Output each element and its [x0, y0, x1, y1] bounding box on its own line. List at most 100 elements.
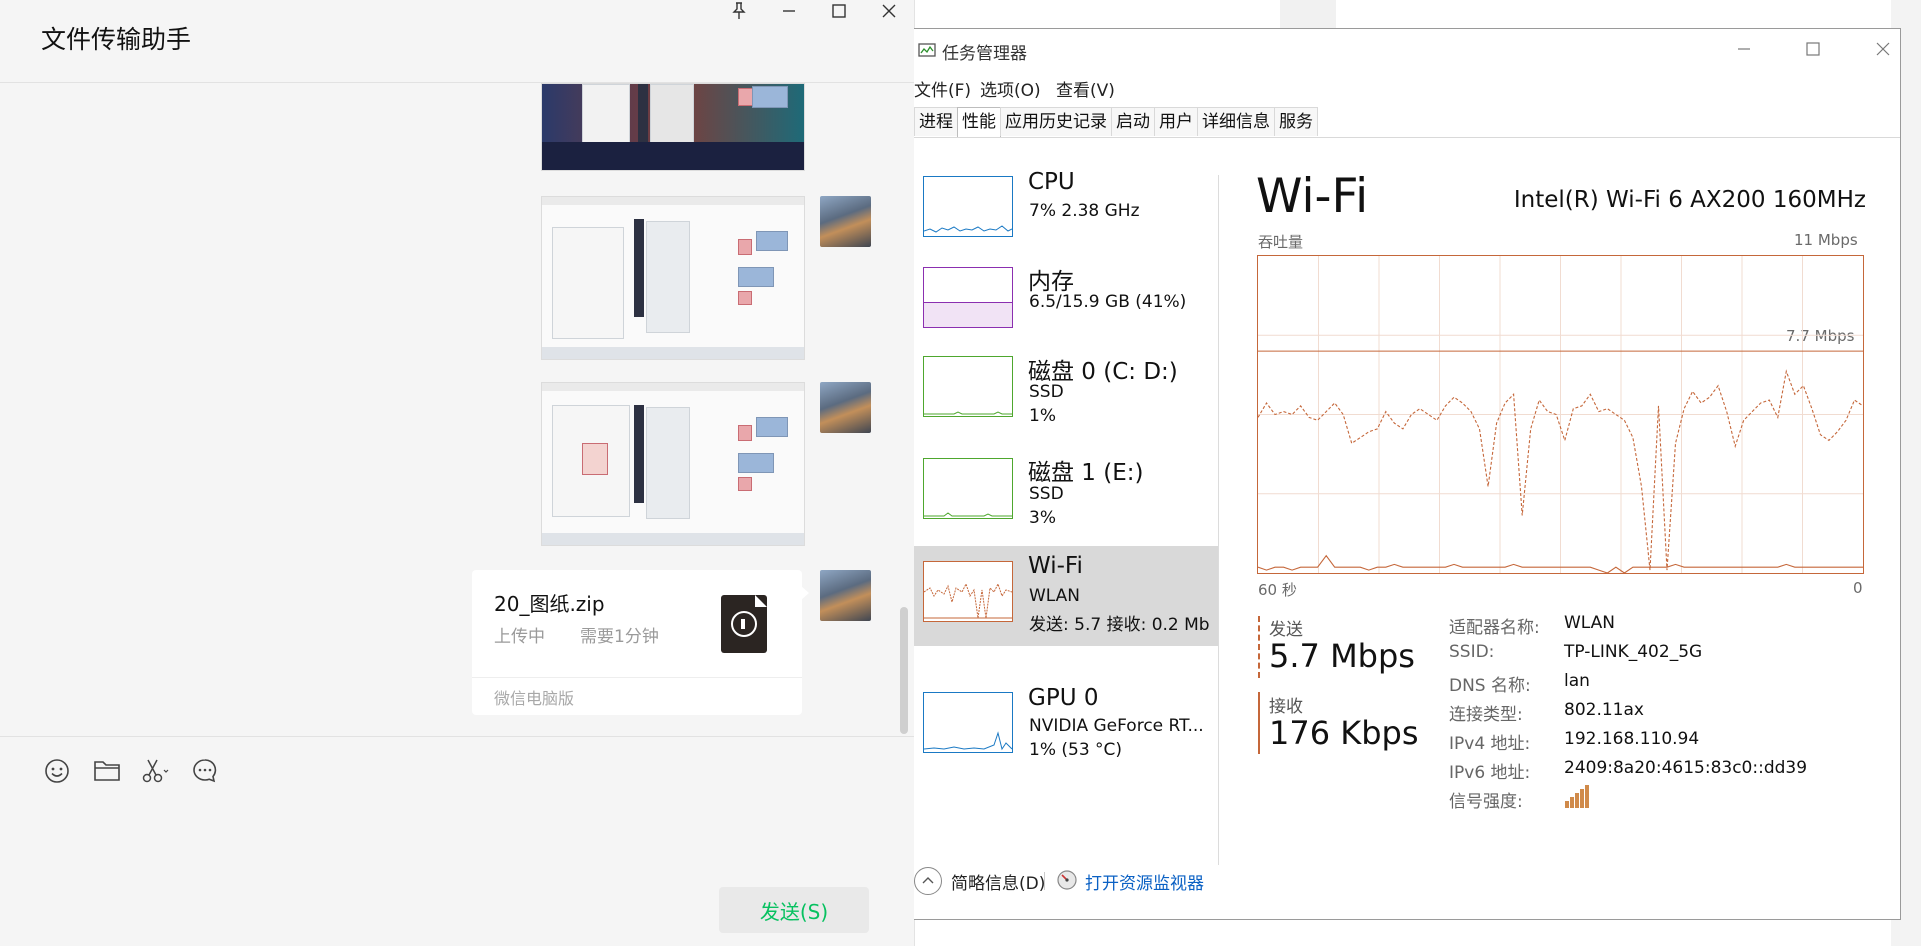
- sidebar-value: SSD: [1029, 382, 1064, 402]
- sidebar-label: 磁盘 1 (E:): [1028, 460, 1144, 486]
- menu-view[interactable]: 查看(V): [1056, 76, 1115, 101]
- graph-max-label: 11 Mbps: [1794, 231, 1858, 249]
- info-key: 适配器名称:: [1449, 618, 1540, 638]
- menu-options[interactable]: 选项(O): [980, 76, 1041, 101]
- sidebar-item-disk-1[interactable]: 磁盘 1 (E:) SSD 3%: [914, 431, 1219, 529]
- avatar[interactable]: [820, 196, 871, 247]
- recv-value: 176 Kbps: [1269, 714, 1419, 752]
- tab-startup[interactable]: 启动: [1111, 107, 1155, 136]
- sidebar-value: 7% 2.38 GHz: [1029, 201, 1140, 221]
- tab-details[interactable]: 详细信息: [1197, 107, 1275, 136]
- graph-time-label: 60 秒: [1258, 581, 1297, 599]
- pin-icon[interactable]: [724, 0, 754, 22]
- avatar[interactable]: [820, 382, 871, 433]
- resource-monitor-icon: [1056, 869, 1078, 891]
- open-resource-monitor-link[interactable]: 打开资源监视器: [1085, 869, 1204, 894]
- chevron-up-icon[interactable]: [914, 867, 942, 895]
- throughput-label: 吞吐量: [1258, 233, 1304, 251]
- sidebar-item-memory[interactable]: 内存 6.5/15.9 GB (41%): [914, 240, 1219, 338]
- chat-history-icon[interactable]: [189, 755, 221, 787]
- info-key: SSID:: [1449, 642, 1495, 662]
- folder-icon[interactable]: [91, 755, 123, 787]
- avatar[interactable]: [820, 570, 871, 621]
- throughput-chart: [1257, 256, 1864, 574]
- tab-bar: 进程 性能 应用历史记录 启动 用户 详细信息 服务: [914, 107, 1318, 138]
- info-value: 802.11ax: [1564, 700, 1644, 720]
- info-key: DNS 名称:: [1449, 676, 1531, 696]
- sidebar-value: WLAN: [1029, 586, 1081, 606]
- file-name: 20_图纸.zip: [494, 592, 605, 616]
- brief-info-link[interactable]: 简略信息(D): [951, 869, 1045, 894]
- minimize-icon[interactable]: [1724, 35, 1764, 63]
- sidebar-value: 1% (53 °C): [1029, 740, 1123, 760]
- sidebar-label: Wi-Fi: [1028, 553, 1083, 579]
- close-icon[interactable]: [874, 0, 904, 22]
- pause-upload-icon[interactable]: [731, 611, 757, 637]
- memory-mini-graph: [923, 267, 1013, 328]
- sidebar-value: 6.5/15.9 GB (41%): [1029, 292, 1187, 312]
- scissors-icon[interactable]: [140, 755, 172, 787]
- tab-users[interactable]: 用户: [1154, 107, 1198, 136]
- graph-zero-label: 0: [1853, 579, 1863, 597]
- info-value: WLAN: [1564, 613, 1616, 633]
- gpu-mini-graph: [923, 692, 1013, 753]
- image-message[interactable]: [541, 382, 805, 546]
- sidebar-value: 3%: [1029, 508, 1056, 528]
- menu-file[interactable]: 文件(F): [914, 76, 971, 101]
- send-button[interactable]: 发送(S): [719, 887, 869, 933]
- sidebar-item-gpu[interactable]: GPU 0 NVIDIA GeForce RT... 1% (53 °C): [914, 665, 1219, 763]
- upload-eta: 需要1分钟: [580, 627, 659, 647]
- disk0-mini-graph: [923, 356, 1013, 417]
- emoji-icon[interactable]: [41, 755, 73, 787]
- wifi-mini-graph: [923, 561, 1013, 622]
- close-icon[interactable]: [1863, 35, 1900, 63]
- info-key: 连接类型:: [1449, 705, 1523, 725]
- input-divider: [0, 736, 914, 737]
- window-title: 任务管理器: [942, 44, 1027, 64]
- cpu-mini-graph: [923, 176, 1013, 237]
- sidebar-item-wifi[interactable]: Wi-Fi WLAN 发送: 5.7 接收: 0.2 Mb: [914, 546, 1219, 646]
- sidebar-value: 发送: 5.7 接收: 0.2 Mb: [1029, 615, 1210, 635]
- maximize-icon[interactable]: [1793, 35, 1833, 63]
- info-key: 信号强度:: [1449, 792, 1523, 812]
- info-key: IPv6 地址:: [1449, 763, 1531, 783]
- sidebar-item-cpu[interactable]: CPU 7% 2.38 GHz: [914, 149, 1219, 247]
- disk1-mini-graph: [923, 458, 1013, 519]
- image-message[interactable]: [541, 196, 805, 360]
- sidebar-value: NVIDIA GeForce RT...: [1029, 716, 1204, 736]
- image-message[interactable]: [541, 83, 805, 171]
- tab-processes[interactable]: 进程: [914, 107, 958, 136]
- info-key: IPv4 地址:: [1449, 734, 1531, 754]
- info-value: TP-LINK_402_5G: [1564, 642, 1703, 662]
- maximize-icon[interactable]: [824, 0, 854, 22]
- adapter-name: Intel(R) Wi-Fi 6 AX200 160MHz: [1513, 187, 1866, 213]
- detail-title: Wi-Fi: [1256, 169, 1369, 224]
- sidebar-label: 磁盘 0 (C: D:): [1028, 359, 1178, 385]
- send-value: 5.7 Mbps: [1269, 637, 1415, 675]
- sidebar-label: 内存: [1028, 269, 1074, 295]
- message-source: 微信电脑版: [494, 689, 575, 708]
- recv-legend-bar: [1258, 692, 1260, 754]
- sidebar-label: CPU: [1028, 169, 1075, 195]
- info-value: 2409:8a20:4615:83c0::dd39: [1564, 758, 1808, 778]
- sidebar-item-disk-0[interactable]: 磁盘 0 (C: D:) SSD 1%: [914, 329, 1219, 427]
- send-legend-bar: [1258, 616, 1260, 678]
- info-value: 192.168.110.94: [1564, 729, 1700, 749]
- tab-app-history[interactable]: 应用历史记录: [1000, 107, 1112, 136]
- upload-status: 上传中: [494, 627, 545, 647]
- wechat-chat-window: 文件传输助手 20_图纸.zip 上传中 需要1分钟 微信电脑版 发送(S): [0, 0, 915, 946]
- tab-performance[interactable]: 性能: [957, 107, 1001, 138]
- signal-strength-icon: [1564, 785, 1590, 809]
- zip-file-icon: [721, 595, 767, 653]
- info-value: lan: [1564, 671, 1590, 691]
- throughput-graph: [1257, 255, 1864, 574]
- sidebar-label: GPU 0: [1028, 685, 1099, 711]
- chat-scrollbar[interactable]: [900, 607, 908, 734]
- task-manager-app-icon: [918, 41, 936, 59]
- file-message[interactable]: 20_图纸.zip 上传中 需要1分钟 微信电脑版: [472, 570, 809, 715]
- task-manager-window: 任务管理器 文件(F) 选项(O) 查看(V) 进程 性能 应用历史记录 启动 …: [914, 28, 1901, 920]
- chat-title: 文件传输助手: [41, 25, 192, 54]
- tab-services[interactable]: 服务: [1274, 107, 1318, 136]
- minimize-icon[interactable]: [774, 0, 804, 22]
- sidebar-value: SSD: [1029, 484, 1064, 504]
